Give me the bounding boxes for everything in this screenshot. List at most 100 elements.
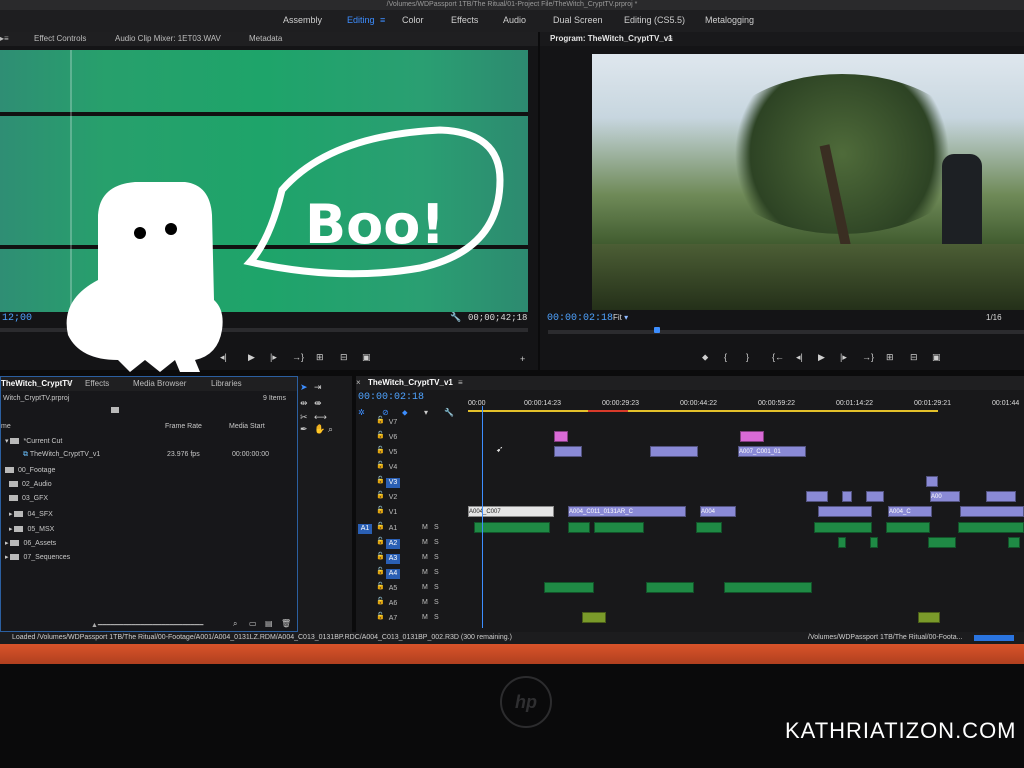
solo-button[interactable]: S: [434, 614, 439, 621]
lock-icon[interactable]: 🔓: [376, 506, 385, 514]
audio-clip[interactable]: [582, 612, 606, 623]
source-timecode[interactable]: 12;00: [2, 313, 32, 324]
track-header-v3[interactable]: 🔓 V3: [356, 476, 468, 490]
razor-tool-icon[interactable]: ✂: [300, 412, 308, 423]
zoom-slider[interactable]: ▲━━━━━━━━━━━━━━━━━━━━━━━━━: [91, 621, 203, 629]
export-frame-icon[interactable]: ▣: [932, 352, 941, 363]
track-header-v2[interactable]: 🔓 V2: [356, 491, 468, 505]
panel-menu-icon[interactable]: ▸≡: [0, 32, 9, 46]
solo-button[interactable]: S: [434, 599, 439, 606]
step-forward-icon[interactable]: |▸: [840, 352, 847, 363]
lock-icon[interactable]: 🔓: [376, 612, 385, 620]
list-item[interactable]: ▾ *Current Cut: [5, 437, 62, 445]
resolution-dropdown[interactable]: 1/16: [986, 313, 1002, 322]
step-back-icon[interactable]: ◂|: [220, 352, 227, 363]
rolling-edit-tool-icon[interactable]: ⇼: [314, 398, 322, 409]
tab-sequence[interactable]: TheWitch_CryptTV_v1: [368, 376, 453, 390]
add-button-icon[interactable]: +: [520, 354, 525, 364]
program-menu-icon[interactable]: ≡: [668, 32, 673, 46]
audio-clip[interactable]: [814, 522, 872, 533]
workspace-metalogging[interactable]: Metalogging: [705, 15, 754, 25]
track-header-a6[interactable]: 🔓 A6 M S: [356, 597, 468, 611]
time-ruler[interactable]: 00:00 00:00:14:23 00:00:29:23 00:00:44:2…: [468, 396, 1024, 414]
column-frame-rate[interactable]: Frame Rate: [165, 423, 202, 430]
solo-button[interactable]: S: [434, 554, 439, 561]
close-icon[interactable]: ×: [356, 376, 361, 390]
program-title[interactable]: Program: TheWitch_CryptTV_v1: [550, 32, 673, 46]
workspace-menu-icon[interactable]: ≡: [380, 15, 385, 25]
source-patch-a1[interactable]: A1: [358, 524, 372, 534]
solo-button[interactable]: S: [434, 584, 439, 591]
trash-icon[interactable]: 🗑: [281, 619, 291, 628]
list-item[interactable]: 00_Footage: [5, 467, 55, 474]
audio-clip[interactable]: [696, 522, 722, 533]
column-name[interactable]: me: [1, 423, 11, 430]
timeline-menu-icon[interactable]: ≡: [458, 376, 463, 390]
step-back-icon[interactable]: ◂|: [796, 352, 803, 363]
workspace-dual-screen[interactable]: Dual Screen: [553, 15, 603, 25]
insert-icon[interactable]: ⊞: [316, 352, 324, 363]
list-item[interactable]: ⧉ TheWitch_CryptTV_v1: [23, 451, 100, 459]
timeline-clip-area[interactable]: A007_C001_01 A00 A004_C007 A004_C011_013…: [468, 406, 1024, 628]
solo-button[interactable]: S: [434, 539, 439, 546]
tab-effects[interactable]: Effects: [85, 377, 109, 391]
source-scrubber[interactable]: [0, 328, 528, 332]
video-clip[interactable]: [926, 476, 938, 487]
export-frame-icon[interactable]: ▣: [362, 352, 371, 363]
lock-icon[interactable]: 🔓: [376, 567, 385, 575]
lock-icon[interactable]: 🔓: [376, 431, 385, 439]
timeline-timecode[interactable]: 00:00:02:18: [358, 392, 424, 403]
mute-button[interactable]: M: [422, 599, 428, 606]
mute-button[interactable]: M: [422, 524, 428, 531]
extract-icon[interactable]: ⊟: [910, 352, 918, 363]
workspace-editing[interactable]: Editing: [347, 15, 375, 25]
selection-tool-icon[interactable]: ➤: [300, 382, 308, 393]
audio-clip[interactable]: [870, 537, 878, 548]
video-clip[interactable]: [554, 431, 568, 442]
program-timecode[interactable]: 00:00:02:18: [547, 313, 613, 324]
mark-out-icon[interactable]: }: [746, 352, 749, 362]
video-clip[interactable]: [960, 506, 1024, 517]
program-scrubber[interactable]: [548, 327, 1024, 334]
hand-tool-icon[interactable]: ✋: [314, 424, 325, 435]
project-menu-icon[interactable]: ≡: [67, 377, 72, 391]
lock-icon[interactable]: 🔓: [376, 446, 385, 454]
workspace-audio[interactable]: Audio: [503, 15, 526, 25]
video-clip[interactable]: A00: [930, 491, 960, 502]
lock-icon[interactable]: 🔓: [376, 537, 385, 545]
column-media-start[interactable]: Media Start: [229, 423, 265, 430]
list-item[interactable]: 03_GFX: [9, 495, 48, 502]
lock-icon[interactable]: 🔓: [376, 461, 385, 469]
mark-in-icon[interactable]: {: [724, 352, 727, 362]
track-header-v5[interactable]: 🔓 V5: [356, 446, 468, 460]
slip-tool-icon[interactable]: ⟷: [314, 412, 327, 423]
track-header-a3[interactable]: 🔓 A3 M S: [356, 552, 468, 566]
video-clip[interactable]: A004: [700, 506, 736, 517]
mute-button[interactable]: M: [422, 584, 428, 591]
video-clip[interactable]: [554, 446, 582, 457]
playhead[interactable]: [482, 406, 483, 628]
tab-media-browser[interactable]: Media Browser: [133, 377, 186, 391]
tab-libraries[interactable]: Libraries: [211, 377, 242, 391]
mute-button[interactable]: M: [422, 614, 428, 621]
bin-icon[interactable]: [111, 407, 119, 413]
solo-button[interactable]: S: [434, 524, 439, 531]
workspace-color[interactable]: Color: [402, 15, 424, 25]
audio-clip[interactable]: [886, 522, 930, 533]
audio-clip[interactable]: [568, 522, 590, 533]
tab-effect-controls[interactable]: Effect Controls: [34, 32, 86, 46]
audio-clip[interactable]: [594, 522, 644, 533]
list-item[interactable]: 02_Audio: [9, 481, 52, 488]
track-header-a1[interactable]: A1 🔓 A1 M S: [356, 522, 468, 536]
fit-dropdown[interactable]: Fit ▾: [613, 313, 628, 322]
mute-button[interactable]: M: [422, 539, 428, 546]
play-icon[interactable]: ▶: [818, 352, 825, 363]
workspace-effects[interactable]: Effects: [451, 15, 478, 25]
track-header-v7[interactable]: 🔓 V7: [356, 416, 468, 430]
workspace-assembly[interactable]: Assembly: [283, 15, 322, 25]
step-forward-icon[interactable]: |▸: [270, 352, 277, 363]
new-item-icon[interactable]: ▤: [265, 619, 273, 628]
track-header-v1[interactable]: 🔓 V1: [356, 506, 468, 520]
track-header-a5[interactable]: 🔓 A5 M S: [356, 582, 468, 596]
list-item[interactable]: ▸ 07_Sequences: [5, 553, 70, 561]
